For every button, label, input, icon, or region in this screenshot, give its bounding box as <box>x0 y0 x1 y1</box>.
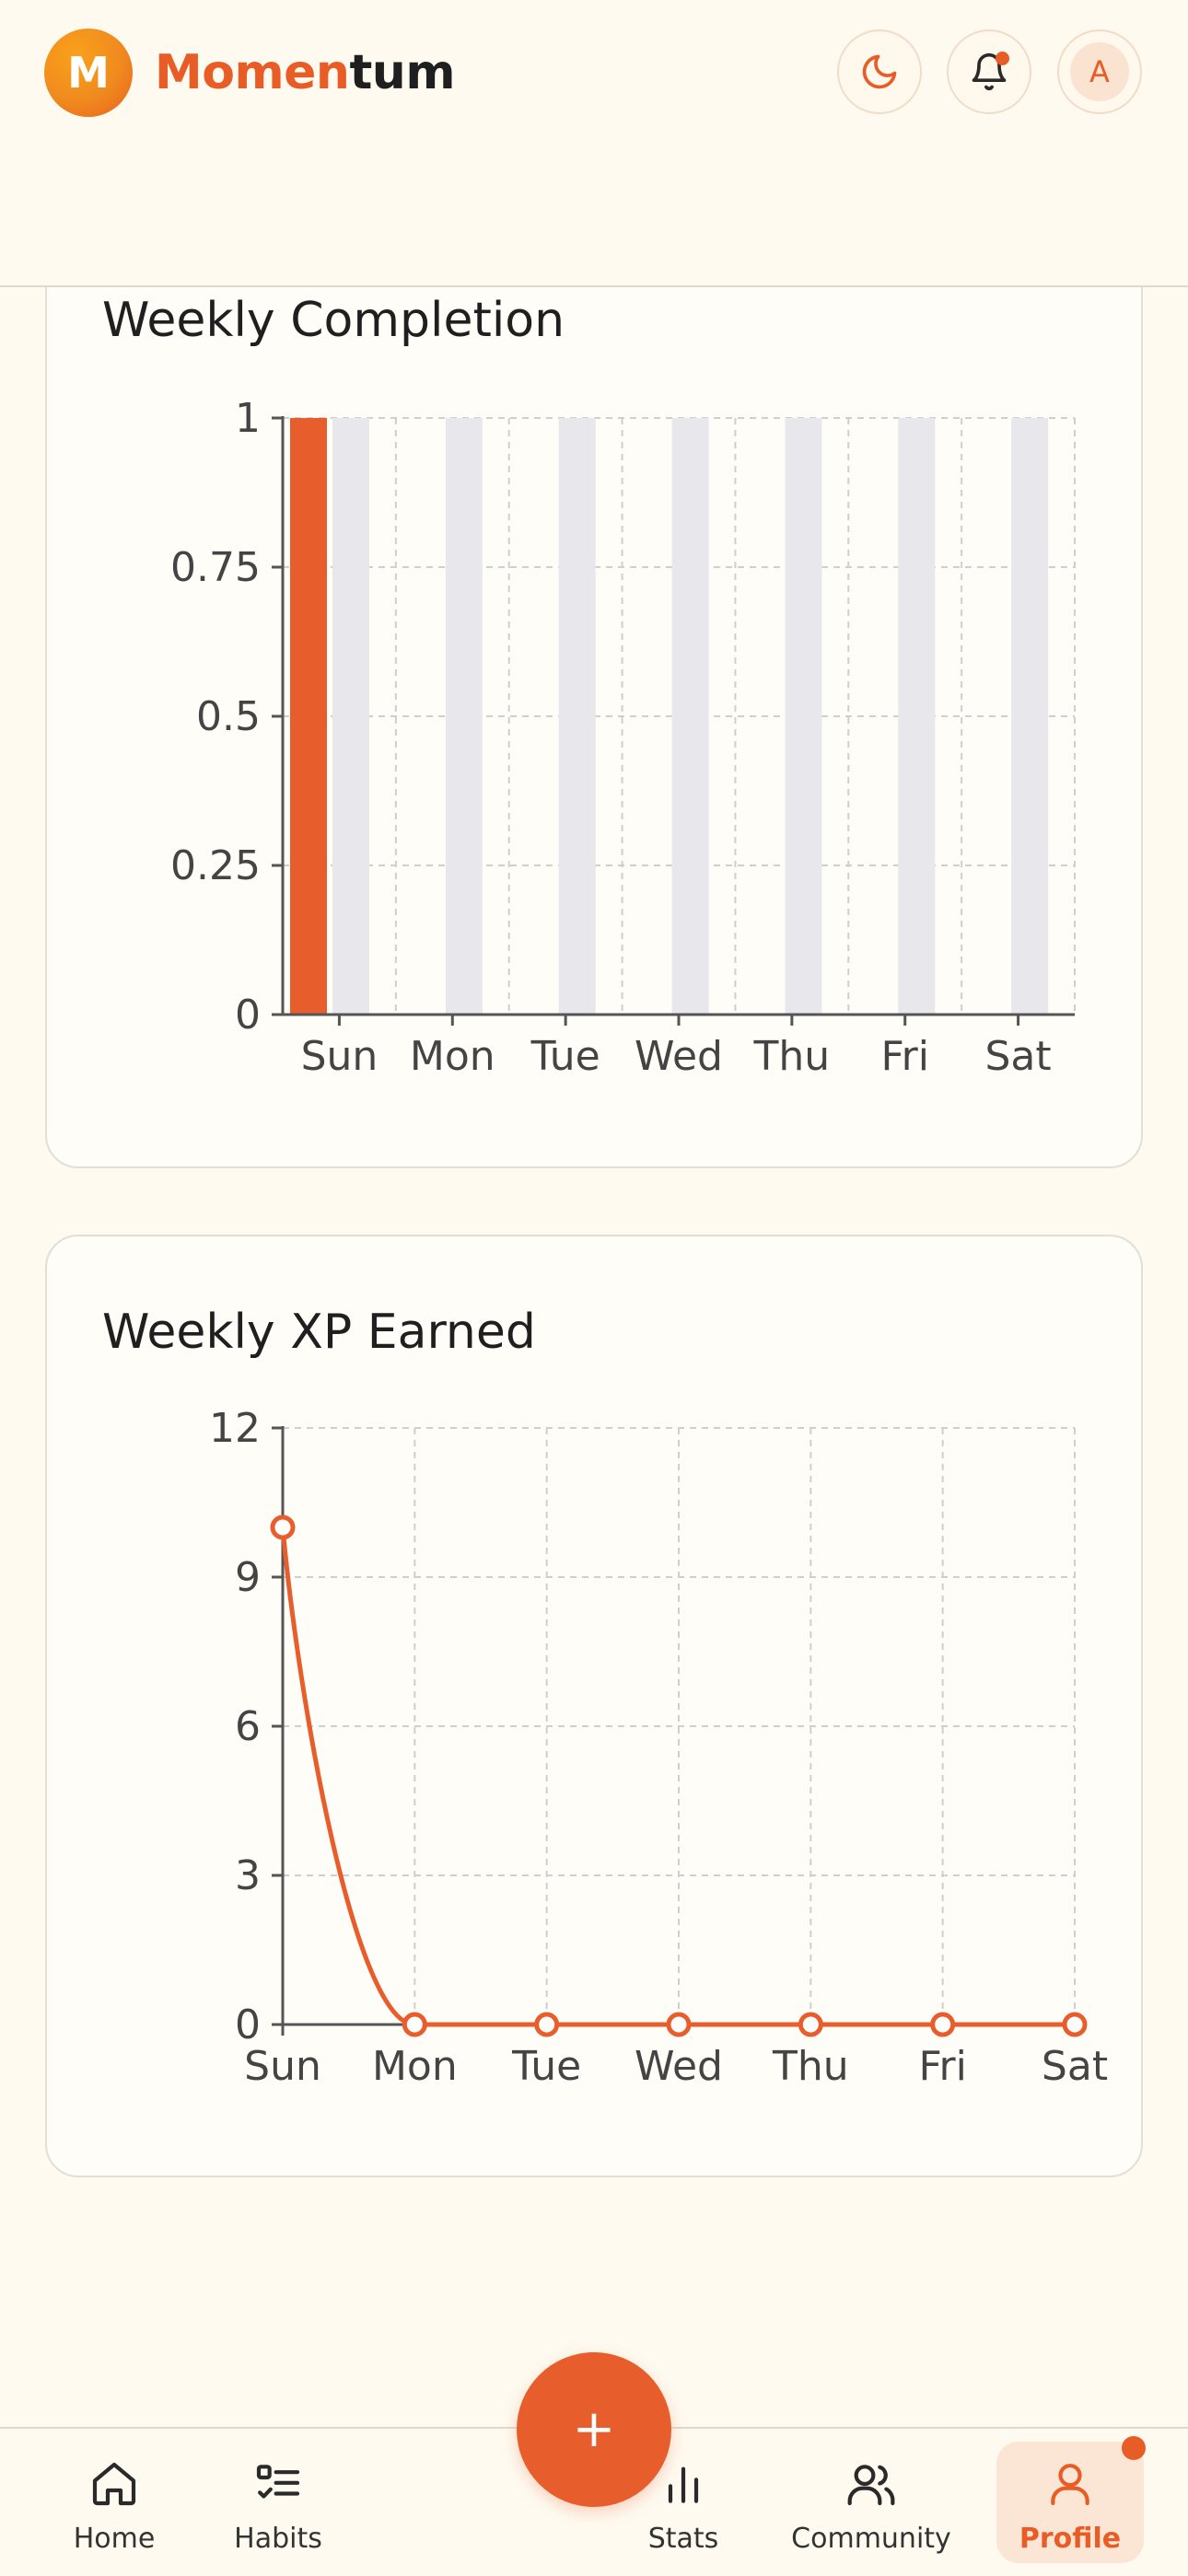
x-tick-label: Sun <box>244 2043 321 2090</box>
xp-point <box>1062 2012 1088 2037</box>
nav-label-profile: Profile <box>1019 2523 1122 2555</box>
xp-point <box>930 2012 956 2037</box>
xp-point <box>270 1514 296 1540</box>
x-tick-label: Thu <box>753 1033 831 1080</box>
y-tick-label: 6 <box>235 1703 261 1750</box>
x-tick-label: Tue <box>511 2043 581 2090</box>
xp-point <box>798 2012 823 2037</box>
x-tick-label: Tue <box>530 1033 600 1080</box>
app-name: Momentum <box>155 41 456 105</box>
x-tick-label: Fri <box>881 1033 929 1080</box>
logo-letter: M <box>67 48 110 98</box>
x-tick-label: Wed <box>635 2043 723 2090</box>
home-icon <box>85 2454 144 2513</box>
total-bar <box>445 418 483 1015</box>
nav-label-home: Home <box>73 2523 156 2555</box>
total-bar <box>785 418 822 1015</box>
total-bar <box>558 418 596 1015</box>
weekly-xp-card: Weekly XP Earned 0 3 6 9 12 Sun Mon Tue Wed Thu Fr… <box>45 1235 1143 2177</box>
xp-point <box>534 2012 560 2037</box>
checklist-icon <box>249 2454 308 2513</box>
avatar-button[interactable]: A <box>1057 29 1142 114</box>
nav-item-home[interactable]: Home <box>59 2429 169 2576</box>
y-tick-label: 0.5 <box>196 693 261 740</box>
xp-point <box>402 2012 427 2037</box>
nav-item-community[interactable]: Community <box>790 2429 952 2576</box>
nav-item-profile[interactable]: Profile <box>996 2436 1146 2563</box>
y-tick-label: 1 <box>235 395 261 442</box>
y-tick-label: 0 <box>235 2002 261 2048</box>
profile-notification-dot <box>1122 2436 1146 2460</box>
y-tick-label: 9 <box>235 1554 261 1601</box>
notification-dot <box>996 52 1009 65</box>
theme-toggle-button[interactable] <box>837 29 922 114</box>
notifications-button[interactable] <box>947 29 1031 114</box>
user-icon <box>1041 2454 1100 2513</box>
x-tick-label: Sat <box>984 1033 1051 1080</box>
y-tick-label: 3 <box>235 1852 261 1899</box>
app-name-part2: tum <box>349 45 456 100</box>
x-tick-label: Thu <box>772 2043 849 2090</box>
weekly-completion-chart: 0 0.25 0.5 0.75 1 Sun Mon Tue Wed Thu Fri Sat <box>170 395 1076 1080</box>
weekly-xp-chart: 0 3 6 9 12 Sun Mon Tue Wed Thu Fri Sat <box>209 1405 1108 2090</box>
users-icon <box>842 2454 901 2513</box>
y-tick-label: 0 <box>235 992 261 1039</box>
y-tick-label: 12 <box>209 1405 261 1452</box>
moon-icon <box>859 52 900 92</box>
add-habit-fab[interactable]: + <box>517 2352 671 2507</box>
y-tick-label: 0.25 <box>170 842 261 889</box>
nav-label-habits: Habits <box>234 2523 322 2555</box>
nav-label-community: Community <box>791 2523 951 2555</box>
xp-point <box>666 2012 692 2037</box>
y-tick-label: 0.75 <box>170 544 261 591</box>
nav-item-habits[interactable]: Habits <box>223 2429 333 2576</box>
app-logo[interactable]: M <box>44 29 133 117</box>
completed-bar <box>290 418 327 1015</box>
x-tick-label: Fri <box>918 2043 966 2090</box>
x-tick-label: Mon <box>410 1033 495 1080</box>
avatar: A <box>1070 42 1129 101</box>
app-header: M Momentum A <box>0 0 1188 287</box>
nav-label-stats: Stats <box>647 2523 719 2555</box>
app-name-part1: Momen <box>155 45 350 100</box>
total-bar <box>671 418 709 1015</box>
x-tick-label: Sun <box>301 1033 379 1080</box>
total-bar <box>898 418 936 1015</box>
x-tick-label: Mon <box>372 2043 458 2090</box>
total-bar <box>1011 418 1049 1015</box>
x-tick-label: Sat <box>1042 2043 1108 2090</box>
total-bar <box>332 418 369 1015</box>
x-tick-label: Wed <box>635 1033 723 1080</box>
weekly-completion-card: Weekly Completion 0 0.25 0.5 0.75 1 Sun Mon Tue… <box>45 166 1143 1168</box>
